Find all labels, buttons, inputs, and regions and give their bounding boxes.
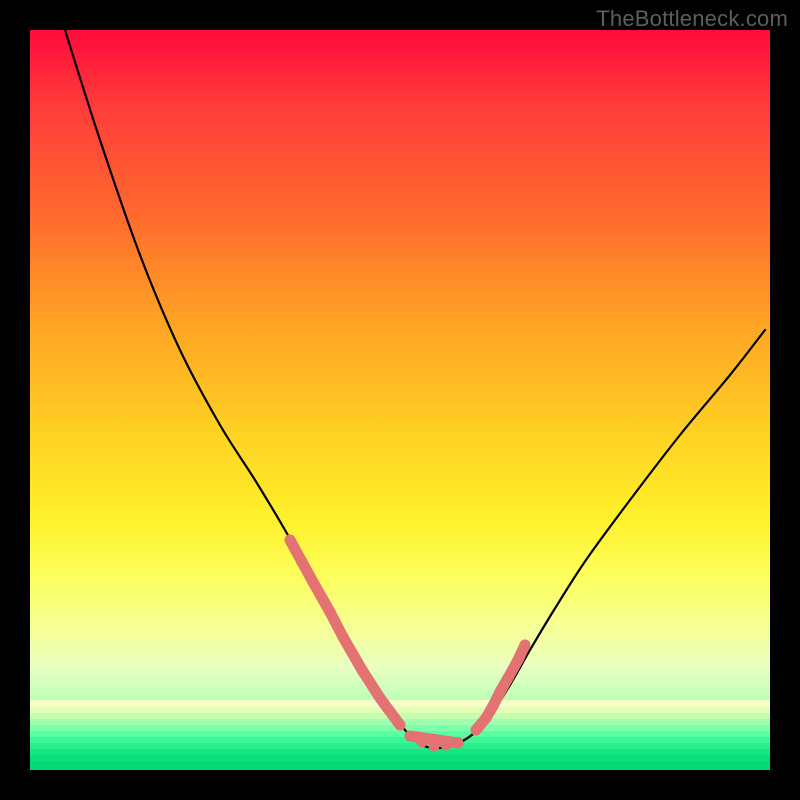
marker-dot [513, 655, 524, 666]
curve-svg [30, 30, 770, 770]
marker-dot [453, 738, 464, 749]
watermark-text: TheBottleneck.com [596, 6, 788, 32]
marker-dot [441, 740, 452, 751]
marker-dot [285, 535, 296, 546]
marker-dot [481, 713, 492, 724]
curve-markers [285, 535, 531, 752]
marker-dot [325, 607, 336, 618]
marker-dot [520, 640, 531, 651]
marker-dot [297, 557, 308, 568]
marker-dot [338, 632, 349, 643]
marker-dot [495, 687, 506, 698]
marker-dot [375, 693, 386, 704]
marker-dot [308, 577, 319, 588]
marker-dot [471, 725, 482, 736]
marker-dot [429, 741, 440, 752]
marker-dot [488, 701, 499, 712]
marker-segment [343, 637, 362, 670]
marker-dot [417, 737, 428, 748]
chart-frame: TheBottleneck.com [0, 0, 800, 800]
plot-area [30, 30, 770, 770]
marker-dot [503, 673, 514, 684]
marker-dot [395, 720, 406, 731]
marker-dot [357, 665, 368, 676]
marker-dot [405, 731, 416, 742]
bottleneck-curve [65, 30, 765, 748]
